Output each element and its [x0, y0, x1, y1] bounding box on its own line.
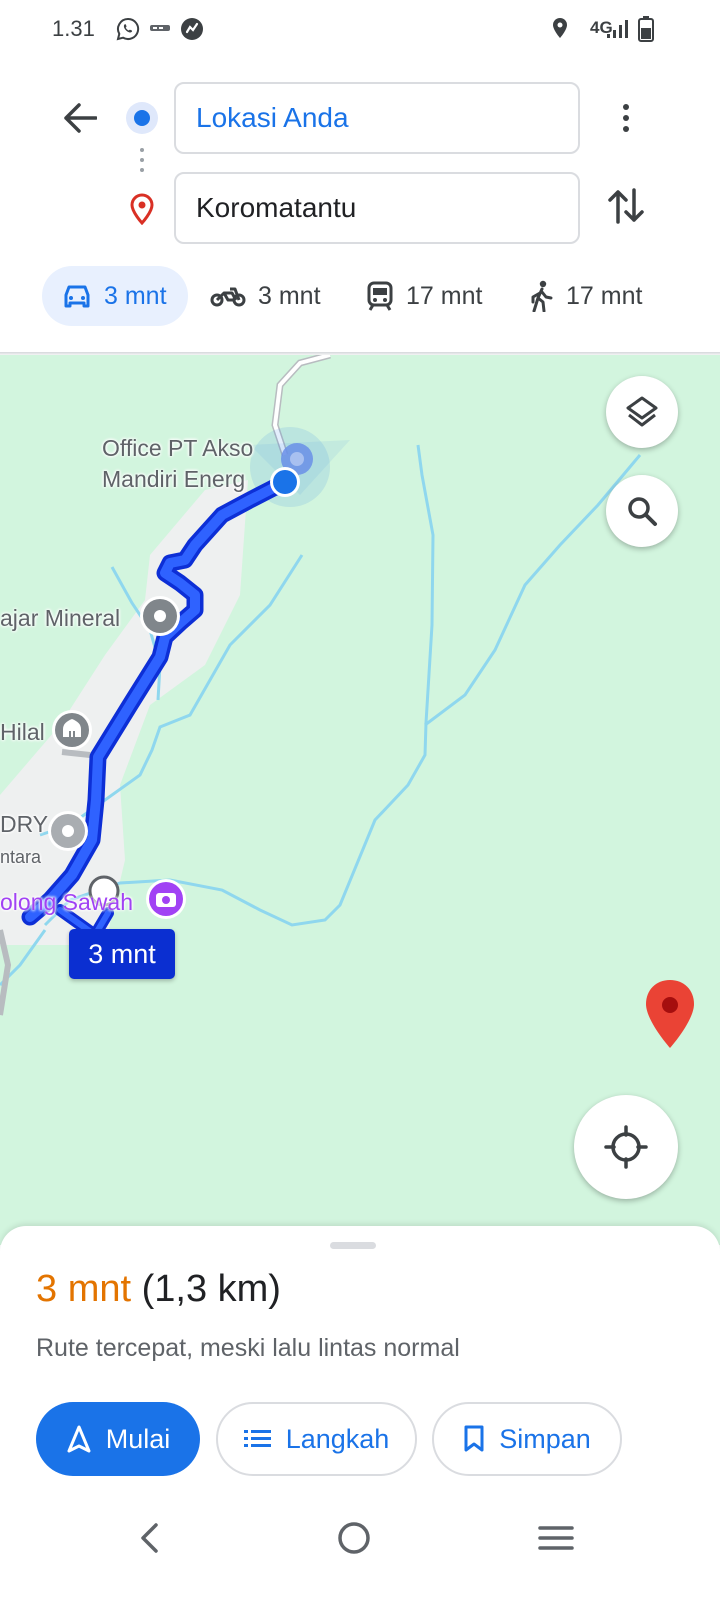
route-duration: 3 mnt — [36, 1268, 132, 1310]
search-button[interactable] — [606, 475, 678, 547]
destination-marker-icon — [646, 980, 694, 1048]
place-label-line: DRY — [0, 811, 49, 837]
navigation-icon — [67, 1425, 91, 1453]
system-nav-bar — [0, 1490, 720, 1600]
tab-walk-label: 17 mnt — [566, 281, 643, 310]
save-button[interactable]: Simpan — [432, 1402, 622, 1476]
nav-menu-icon — [538, 1526, 574, 1550]
layers-button[interactable] — [606, 376, 678, 448]
destination-input[interactable]: Koromatantu — [174, 172, 580, 244]
my-location-button[interactable] — [574, 1095, 678, 1199]
nav-back-icon — [141, 1523, 158, 1553]
destination-pin-icon — [130, 193, 154, 225]
walk-icon — [531, 280, 553, 312]
tab-car[interactable]: 3 mnt — [42, 266, 188, 326]
bookmark-icon — [464, 1425, 484, 1452]
poi-marker-icon — [140, 596, 180, 636]
more-options-button[interactable] — [608, 96, 644, 140]
camera-icon — [146, 879, 186, 919]
back-button[interactable] — [56, 94, 104, 142]
start-button[interactable]: Mulai — [36, 1402, 200, 1476]
poi-marker-icon — [48, 811, 88, 851]
route-connector — [140, 148, 144, 180]
tab-motorcycle-label: 3 mnt — [258, 281, 321, 310]
route-summary: 3 mnt (1,3 km) — [36, 1268, 281, 1311]
search-icon — [628, 497, 657, 526]
place-label[interactable]: Office PT Akso Mandiri Energ — [102, 433, 253, 495]
origin-marker-icon — [126, 102, 158, 134]
whatsapp-icon — [116, 17, 140, 41]
start-button-label: Mulai — [105, 1423, 171, 1454]
steps-button-label: Langkah — [285, 1423, 390, 1454]
nav-back-button[interactable] — [120, 1508, 180, 1568]
route-duration-badge[interactable]: 3 mnt — [69, 929, 175, 979]
drag-handle[interactable] — [330, 1242, 376, 1249]
travel-mode-tabs: 3 mnt 3 mnt 17 mnt 17 mnt — [0, 266, 720, 326]
mosque-icon — [52, 710, 92, 750]
place-label[interactable]: olong Sawah — [0, 887, 133, 918]
place-label[interactable]: Hilal — [0, 717, 45, 748]
tab-walk[interactable]: 17 mnt — [528, 266, 642, 326]
carrier-badge-icon — [150, 25, 170, 31]
nav-home-icon — [338, 1522, 370, 1554]
my-location-icon — [604, 1125, 648, 1169]
motorcycle-icon — [210, 287, 246, 307]
place-label-line: Mandiri Energ — [102, 466, 246, 493]
app-icon — [181, 18, 203, 40]
place-label[interactable]: DRY ntara — [0, 809, 48, 871]
nav-home-button[interactable] — [324, 1508, 384, 1568]
tab-transit-label: 17 mnt — [406, 281, 483, 310]
tab-car-label: 3 mnt — [104, 281, 167, 310]
status-time: 1.31 — [52, 16, 95, 41]
signal-icon — [607, 20, 628, 38]
nav-menu-button[interactable] — [526, 1508, 586, 1568]
place-label[interactable]: ajar Mineral — [0, 603, 120, 634]
transit-icon — [367, 281, 393, 311]
list-icon — [243, 1430, 271, 1447]
route-distance: (1,3 km) — [141, 1268, 281, 1310]
swap-vert-icon — [608, 188, 644, 224]
map-view[interactable]: Office PT Akso Mandiri Energ ajar Minera… — [0, 355, 720, 1245]
place-label-line: ntara — [0, 847, 42, 868]
route-description: Rute tercepat, meski lalu lintas normal — [36, 1334, 460, 1362]
swap-button[interactable] — [604, 184, 648, 228]
steps-button[interactable]: Langkah — [216, 1402, 417, 1476]
status-bar: 1.31 4G — [0, 0, 720, 60]
tab-motorcycle[interactable]: 3 mnt — [210, 266, 321, 326]
origin-input[interactable]: Lokasi Anda — [174, 82, 580, 154]
place-label-line: Office PT Akso — [102, 435, 254, 461]
save-button-label: Simpan — [499, 1423, 591, 1454]
tab-transit[interactable]: 17 mnt — [366, 266, 482, 326]
location-icon — [553, 18, 567, 38]
layers-icon — [626, 396, 658, 427]
car-icon — [64, 285, 90, 308]
arrow-back-icon — [64, 103, 97, 133]
battery-icon — [638, 16, 654, 42]
